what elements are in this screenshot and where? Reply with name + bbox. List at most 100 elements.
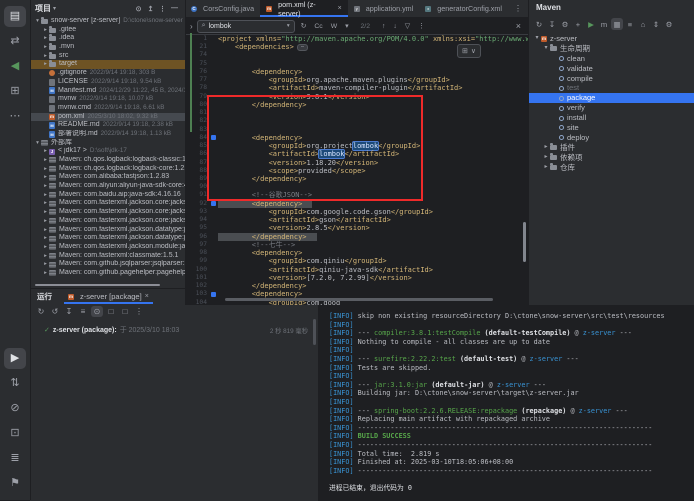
run-panel-title[interactable]: 运行	[37, 291, 52, 302]
line-number[interactable]: 102	[185, 282, 209, 290]
hide-panel-icon[interactable]: —	[169, 3, 180, 14]
download-sources-icon[interactable]: ↧	[546, 18, 558, 30]
chevron-icon[interactable]: ▸	[42, 43, 49, 52]
line-number[interactable]: 21	[185, 43, 209, 51]
chevron-icon[interactable]: ▾	[533, 34, 541, 44]
line-number[interactable]: 84	[185, 134, 209, 142]
rerun-failed-icon[interactable]: ↺	[49, 306, 61, 317]
run-result-row[interactable]: ✓ z-server (package): 于 2025/3/10 18:03 …	[30, 324, 318, 336]
tree-item[interactable]: M部署说明.md2022/9/14 19:18, 1.13 kB	[30, 130, 185, 139]
tree-item[interactable]: .gitignore2022/9/14 19:18, 303 B	[30, 69, 185, 78]
line-number[interactable]: 90	[185, 183, 209, 191]
code-text[interactable]: </dependency>	[218, 101, 307, 109]
code-text[interactable]: <groupId>com.qiniu</groupId>	[218, 257, 387, 265]
code-text[interactable]: <version>2.8.5</version>	[218, 224, 370, 232]
maven-item[interactable]: ▾生命周期	[529, 44, 694, 54]
code-text[interactable]: <version>3.8.1</version>	[218, 93, 370, 101]
expand-output-icon[interactable]: □	[119, 306, 131, 317]
tree-item[interactable]: ▸Maven: ch.qos.logback:logback-core:1.2.…	[30, 165, 185, 174]
close-search-icon[interactable]: ×	[516, 21, 523, 31]
code-text[interactable]: <artifactId>lombok</artifactId>	[218, 150, 399, 158]
tree-item[interactable]: ▸Maven: com.github.pagehelper:pagehelper…	[30, 269, 185, 278]
maven-item[interactable]: test	[529, 83, 694, 93]
line-number[interactable]: 99	[185, 257, 209, 265]
maven-item[interactable]: ▸仓库	[529, 163, 694, 173]
editor-tab[interactable]: mpom.xml (z-server)×	[260, 0, 348, 17]
tree-item[interactable]: ▸.gitee	[30, 26, 185, 35]
run-build-icon[interactable]: ▶	[585, 18, 597, 30]
structure-icon[interactable]: ⊞	[4, 81, 26, 102]
chevron-icon[interactable]: ▾	[34, 139, 41, 148]
maven-gutter-icon[interactable]	[211, 292, 216, 297]
line-number[interactable]: 83	[185, 126, 209, 134]
maven-item[interactable]: deploy	[529, 133, 694, 143]
code-text[interactable]: <dependency>	[218, 200, 312, 208]
refresh-icon[interactable]: ↻	[533, 18, 545, 30]
tree-item[interactable]: ▾snow-server [z-server]D:\ctone\snow-ser…	[30, 17, 185, 26]
tree-item[interactable]: ▸Maven: com.fasterxml.jackson.module:jac…	[30, 243, 185, 252]
editor-tab[interactable]: yapplication.yml	[348, 0, 420, 17]
services-icon[interactable]: ⊡	[4, 423, 26, 444]
chevron-icon[interactable]: ▸	[42, 199, 49, 208]
maven-gutter-icon[interactable]	[211, 201, 216, 206]
maven-item[interactable]: ▸插件	[529, 143, 694, 153]
scroll-to-end-icon[interactable]: ↧	[63, 306, 75, 317]
chevron-icon[interactable]: ▸	[42, 165, 49, 174]
add-maven-project-icon[interactable]: +	[572, 18, 584, 30]
tree-item[interactable]: ▸target	[30, 60, 185, 69]
recent-search-icon[interactable]: ↻	[299, 22, 309, 30]
chevron-icon[interactable]: ▸	[42, 182, 49, 191]
project-panel-title[interactable]: 项目	[35, 3, 51, 14]
run-panel-scrollbar[interactable]	[313, 319, 316, 345]
search-input[interactable]: ⌕lombok▾	[197, 20, 295, 33]
tree-item[interactable]: ▸Maven: com.baidu.aip:java-sdk:4.16.16	[30, 191, 185, 200]
expand-search-icon[interactable]: ›	[190, 22, 193, 31]
chevron-icon[interactable]: ▾	[542, 44, 550, 54]
tree-item[interactable]: MManifest.md2024/12/29 11:22, 45 B, 2024…	[30, 87, 185, 96]
project-icon[interactable]: ▤	[4, 6, 26, 27]
tree-item[interactable]: mvnw2022/9/14 19:18, 10.07 kB	[30, 95, 185, 104]
code-text[interactable]: <version>[7.2.0, 7.2.99]</version>	[218, 274, 412, 282]
line-number[interactable]: 93	[185, 208, 209, 216]
line-number[interactable]: 79	[185, 93, 209, 101]
code-text[interactable]: <groupId>com.google.code.gson</groupId>	[218, 208, 433, 216]
view-options-icon[interactable]: ≡	[77, 306, 89, 317]
chevron-icon[interactable]: ▸	[42, 173, 49, 182]
prev-match-icon[interactable]: ↑	[380, 23, 387, 30]
tree-item[interactable]: ▸Maven: com.fasterxml.jackson.core:jacks…	[30, 199, 185, 208]
editor-vertical-scrollbar[interactable]	[523, 222, 526, 262]
line-number[interactable]: 77	[185, 76, 209, 84]
tree-item[interactable]: ▸Maven: com.fasterxml.jackson.datatype:j…	[30, 226, 185, 235]
tree-item[interactable]: ▸Maven: com.github.jsqlparser:jsqlparser…	[30, 260, 185, 269]
line-number[interactable]: 89	[185, 175, 209, 183]
tree-item[interactable]: ▸Maven: com.fasterxml.jackson.datatype:j…	[30, 234, 185, 243]
line-number[interactable]: 88	[185, 167, 209, 175]
code-text[interactable]: <version>1.18.20</version>	[218, 159, 378, 167]
code-text[interactable]: </dependency>	[218, 175, 307, 183]
run-tab[interactable]: m z-server [package] ×	[64, 289, 153, 304]
code-text[interactable]: </dependency>	[218, 233, 317, 241]
match-case-toggle[interactable]: Cc	[312, 23, 324, 30]
tree-item[interactable]: ▾外部库	[30, 139, 185, 148]
tree-item[interactable]: mpom.xml2025/3/10 18:02, 9.32 kB	[30, 113, 185, 122]
profiles-icon[interactable]: ▦	[611, 18, 623, 30]
code-text[interactable]: </dependency>	[218, 282, 307, 290]
chevron-down-icon[interactable]: ▾	[53, 5, 56, 12]
chevron-icon[interactable]: ▸	[42, 52, 49, 61]
code-text[interactable]: <groupId>org.apache.maven.plugins</group…	[218, 76, 450, 84]
build-console[interactable]: [INFO] skip non existing resourceDirecto…	[318, 305, 694, 500]
tree-item[interactable]: MREADME.md2022/9/14 19:18, 2.38 kB	[30, 121, 185, 130]
line-number[interactable]: 86	[185, 150, 209, 158]
chevron-down-icon[interactable]: ▾	[287, 23, 290, 29]
maven-item[interactable]: site	[529, 123, 694, 133]
chevron-icon[interactable]: ▸	[542, 153, 550, 163]
more-icon[interactable]: ⋮	[133, 306, 145, 317]
line-number[interactable]: 96	[185, 233, 209, 241]
line-number[interactable]: 82	[185, 117, 209, 125]
line-number[interactable]: 85	[185, 142, 209, 150]
line-number[interactable]: 95	[185, 224, 209, 232]
chevron-icon[interactable]: ▸	[542, 143, 550, 153]
execute-goal-icon[interactable]: ⚙	[559, 18, 571, 30]
tree-item[interactable]: LICENSE2022/9/14 19:18, 9.54 kB	[30, 78, 185, 87]
code-text[interactable]: <artifactId>maven-compiler-plugin</artif…	[218, 84, 462, 92]
